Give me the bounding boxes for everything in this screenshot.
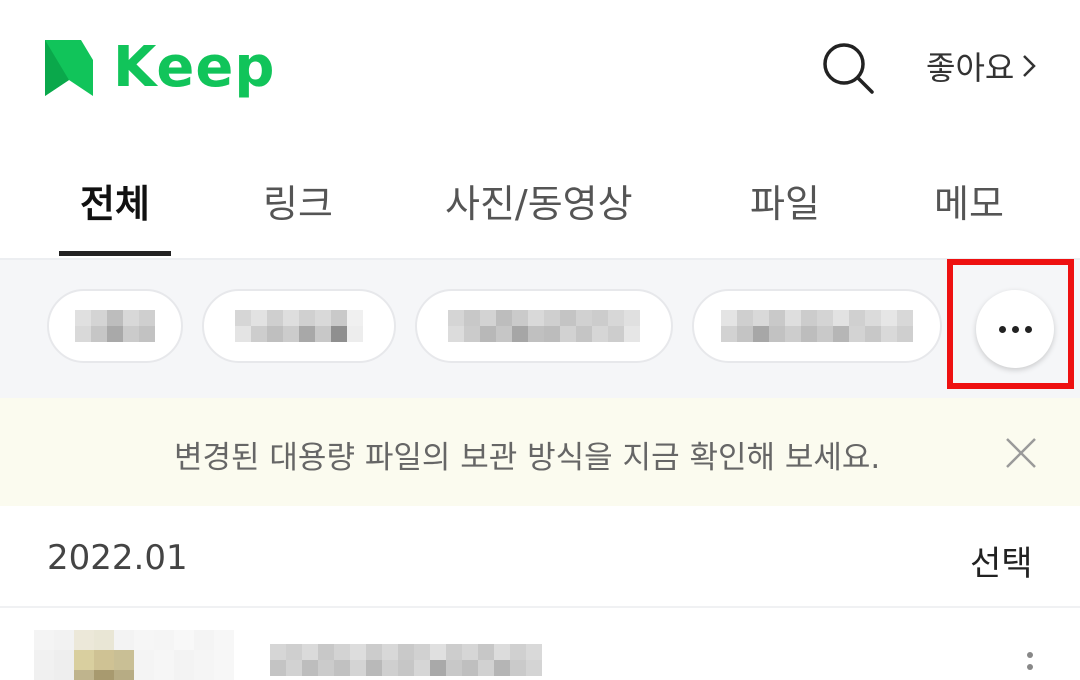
date-section-header: 2022.01 선택 [0,506,1080,608]
tab-links[interactable]: 링크 [263,173,333,228]
select-button[interactable]: 선택 [970,536,1033,585]
chevron-right-icon [1023,55,1037,77]
likes-label: 좋아요 [926,49,1015,87]
tab-memos[interactable]: 메모 [934,173,1004,228]
notice-banner: 변경된 대용량 파일의 보관 방식을 지금 확인해 보세요. [0,398,1080,506]
notice-close-button[interactable] [1003,435,1039,471]
blurred-label [448,310,640,342]
filter-chip[interactable] [47,289,183,363]
blurred-thumbnail [34,630,234,680]
filter-chip[interactable] [202,289,396,363]
item-thumbnail [34,630,234,680]
notice-text: 변경된 대용량 파일의 보관 방식을 지금 확인해 보세요. [174,440,881,476]
vertical-ellipsis-icon-dot [1027,664,1033,670]
blurred-label [75,310,155,342]
ellipsis-icon-dot [1024,325,1032,333]
app-logo: Keep [45,38,275,98]
blurred-label [235,310,363,342]
search-button[interactable] [820,40,876,96]
filter-chip[interactable] [692,289,942,363]
item-title [270,644,542,676]
tab-all[interactable]: 전체 [80,173,150,228]
tab-bar: 전체 링크 사진/동영상 파일 메모 [0,155,1080,260]
ellipsis-icon-dot [1011,325,1019,333]
close-icon [1006,438,1036,468]
tab-photos-videos[interactable]: 사진/동영상 [445,173,633,228]
list-item[interactable] [0,608,1080,680]
app-name: Keep [113,35,276,100]
filter-chip-bar [0,260,1080,398]
likes-link[interactable]: 좋아요 [926,44,1038,88]
item-more-button[interactable] [1024,652,1036,676]
vertical-ellipsis-icon [1027,652,1033,658]
date-label: 2022.01 [47,538,188,578]
search-icon [823,43,874,94]
more-filters-button[interactable] [976,290,1054,368]
app-header: Keep 좋아요 [0,0,1080,140]
filter-chip[interactable] [415,289,673,363]
tab-files[interactable]: 파일 [750,173,820,228]
ellipsis-icon [998,325,1006,333]
keep-logo-icon [45,40,93,96]
active-tab-indicator [59,251,171,256]
blurred-label [270,644,542,676]
blurred-label [721,310,913,342]
